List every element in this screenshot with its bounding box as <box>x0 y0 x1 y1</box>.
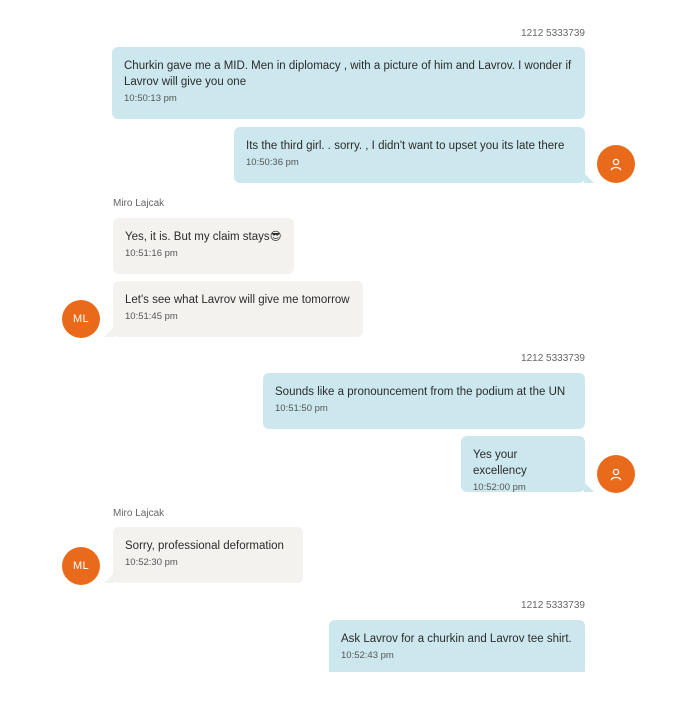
message-bubble-incoming[interactable]: Yes, it is. But my claim stays😎 10:51:16… <box>113 218 294 274</box>
message-text: Ask Lavrov for a churkin and Lavrov tee … <box>341 633 572 645</box>
user-avatar[interactable] <box>597 455 635 493</box>
message-bubble-incoming[interactable]: Let's see what Lavrov will give me tomor… <box>104 281 363 337</box>
message-bubble-outgoing[interactable]: Ask Lavrov for a churkin and Lavrov tee … <box>329 620 585 672</box>
message-timestamp: 10:51:16 pm <box>125 248 178 259</box>
message-text: Let's see what Lavrov will give me tomor… <box>125 294 350 306</box>
message-timestamp: 10:50:13 pm <box>124 93 177 104</box>
message-text: Churkin gave me a MID. Men in diplomacy … <box>124 60 572 88</box>
message-timestamp: 10:52:30 pm <box>125 557 178 568</box>
message-timestamp: 10:52:00 pm <box>473 482 526 493</box>
message-timestamp: 10:51:45 pm <box>125 311 178 322</box>
chat-thread: 1212 5333739 Churkin gave me a MID. Men … <box>0 0 690 672</box>
sender-label: 1212 5333739 <box>521 28 585 39</box>
message-text: Sorry, professional deformation <box>125 540 284 552</box>
message-timestamp: 10:50:36 pm <box>246 157 299 168</box>
sender-label: 1212 5333739 <box>521 353 585 364</box>
user-icon <box>610 158 622 171</box>
contact-avatar[interactable]: ML <box>62 300 100 338</box>
message-bubble-outgoing[interactable]: Churkin gave me a MID. Men in diplomacy … <box>112 47 585 119</box>
message-timestamp: 10:51:50 pm <box>275 403 328 414</box>
message-text: Its the third girl. . sorry. , I didn't … <box>246 140 565 152</box>
message-bubble-outgoing[interactable]: Its the third girl. . sorry. , I didn't … <box>234 127 594 183</box>
sender-label: Miro Lajcak <box>113 508 165 519</box>
message-bubble-incoming[interactable]: Sorry, professional deformation 10:52:30… <box>104 527 303 583</box>
contact-avatar[interactable]: ML <box>62 547 100 585</box>
sender-label: Miro Lajcak <box>113 198 165 209</box>
message-text: Sounds like a pronouncement from the pod… <box>275 386 566 398</box>
message-timestamp: 10:52:43 pm <box>341 650 394 661</box>
message-bubble-outgoing[interactable]: Yes your excellency 10:52:00 pm <box>461 436 594 493</box>
sender-label: 1212 5333739 <box>521 600 585 611</box>
user-avatar[interactable] <box>597 145 635 183</box>
user-icon <box>610 468 622 481</box>
message-bubble-outgoing[interactable]: Sounds like a pronouncement from the pod… <box>263 373 585 429</box>
message-text: Yes, it is. But my claim stays😎 <box>125 231 282 243</box>
message-text: Yes your excellency <box>473 449 527 477</box>
